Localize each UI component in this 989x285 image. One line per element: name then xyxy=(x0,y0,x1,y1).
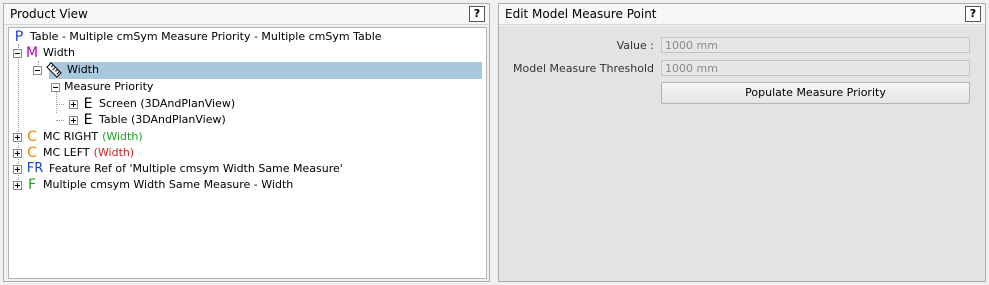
tree-item-feature[interactable]: F Multiple cmsym Width Same Measure - Wi… xyxy=(9,177,486,193)
value-label: Value : xyxy=(616,39,654,52)
tree-item-root[interactable]: P Table - Multiple cmSym Measure Priorit… xyxy=(9,29,486,45)
feature-ref-letter-icon: FR xyxy=(26,161,44,176)
edit-measure-point-title: Edit Model Measure Point xyxy=(505,7,657,21)
element-letter-icon: E xyxy=(83,112,93,128)
tree-item-label: Measure Priority xyxy=(64,80,154,93)
product-view-help-button[interactable]: ? xyxy=(469,6,485,22)
element-letter-icon: E xyxy=(83,96,93,112)
threshold-label: Model Measure Threshold xyxy=(513,62,654,75)
tree-item-screen[interactable]: E Screen (3DAndPlanView) xyxy=(9,96,486,112)
expand-toggle[interactable] xyxy=(13,132,22,142)
product-view-header: Product View ? xyxy=(4,4,489,25)
tree-item-label: Screen (3DAndPlanView) xyxy=(99,97,236,110)
expand-toggle[interactable] xyxy=(13,148,22,158)
tree-item-label: Feature Ref of 'Multiple cmsym Width Sam… xyxy=(49,162,343,175)
tree-item-suffix: (Width) xyxy=(102,130,143,143)
expand-toggle[interactable] xyxy=(13,164,22,174)
product-view-panel: Product View ? P Table - Multiple cmSym … xyxy=(3,3,490,282)
tree-item-label: Width xyxy=(67,63,99,76)
product-tree: P Table - Multiple cmSym Measure Priorit… xyxy=(8,27,487,279)
tree-item-label: Multiple cmsym Width Same Measure - Widt… xyxy=(43,178,294,191)
expand-toggle[interactable] xyxy=(69,115,78,125)
expand-toggle[interactable] xyxy=(13,180,22,190)
measure-ruler-icon xyxy=(46,62,62,78)
tree-item-label: Width xyxy=(43,46,75,59)
feature-letter-icon: F xyxy=(27,177,37,193)
edit-measure-point-panel: Edit Model Measure Point ? Value : Model… xyxy=(498,3,986,282)
edit-measure-point-header: Edit Model Measure Point ? xyxy=(499,4,985,25)
tree-item-label: MC LEFT xyxy=(43,146,90,159)
tree-item-table[interactable]: E Table (3DAndPlanView) xyxy=(9,112,486,128)
tree-item-label: MC RIGHT xyxy=(43,130,99,143)
collapse-toggle[interactable] xyxy=(51,82,60,92)
tree-item-width-measure[interactable]: M Width xyxy=(9,45,486,61)
product-view-title: Product View xyxy=(10,7,88,21)
tree-item-mc-right[interactable]: C MC RIGHT (Width) xyxy=(9,129,486,145)
tree-item-suffix: (Width) xyxy=(93,146,135,159)
tree-item-mc-left[interactable]: C MC LEFT (Width) xyxy=(9,145,486,161)
threshold-field[interactable] xyxy=(661,60,970,76)
collapse-toggle[interactable] xyxy=(13,48,22,58)
edit-measure-point-help-button[interactable]: ? xyxy=(965,6,981,22)
selection-highlight xyxy=(49,62,482,79)
tree-item-measure-priority[interactable]: Measure Priority xyxy=(9,79,486,95)
value-field[interactable] xyxy=(661,37,970,53)
collapse-toggle[interactable] xyxy=(33,65,42,75)
component-letter-icon: C xyxy=(27,145,37,161)
edit-form: Value : Model Measure Threshold Populate… xyxy=(499,26,985,281)
populate-measure-priority-button[interactable]: Populate Measure Priority xyxy=(661,82,970,104)
measure-letter-icon: M xyxy=(26,45,39,61)
product-letter-icon: P xyxy=(14,29,24,45)
tree-item-label: Table - Multiple cmSym Measure Priority … xyxy=(30,30,382,43)
tree-item-width-selected[interactable]: Width xyxy=(9,62,486,79)
tree-item-feature-ref[interactable]: FR Feature Ref of 'Multiple cmsym Width … xyxy=(9,161,486,177)
tree-item-label: Table (3DAndPlanView) xyxy=(99,113,226,126)
component-letter-icon: C xyxy=(27,129,37,145)
expand-toggle[interactable] xyxy=(69,99,78,109)
